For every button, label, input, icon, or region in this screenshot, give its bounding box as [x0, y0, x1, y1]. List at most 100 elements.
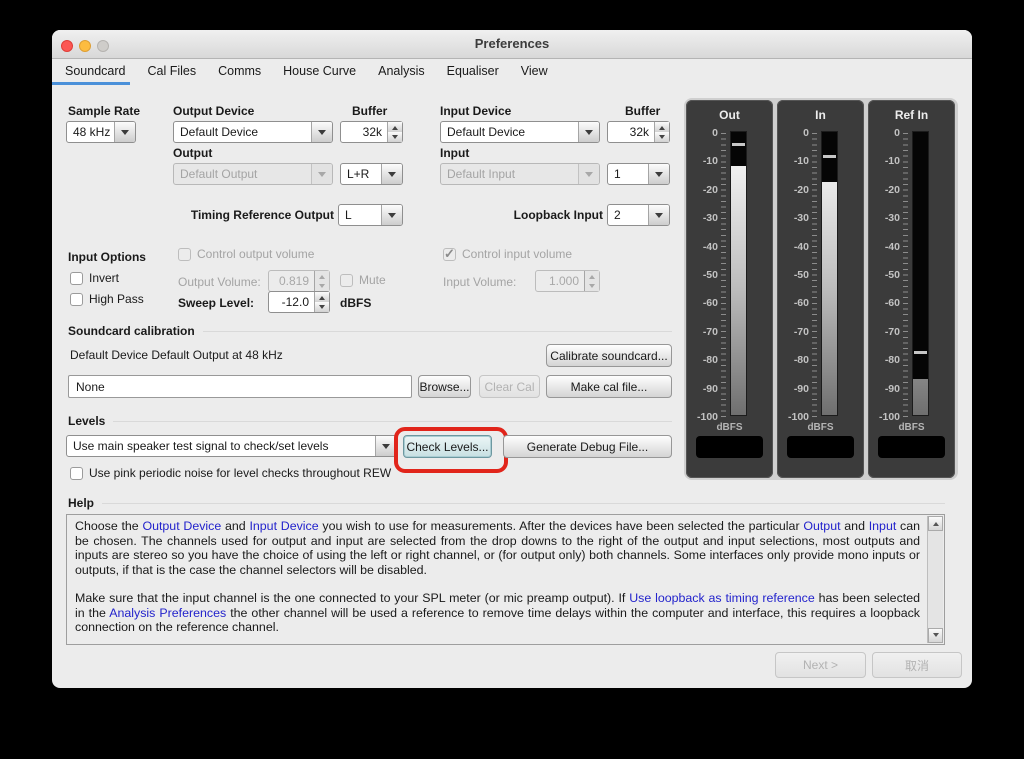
spin-up-icon	[585, 271, 599, 281]
meter-ticks	[903, 133, 908, 417]
input-buffer-label: Buffer	[625, 104, 661, 118]
output-label: Output	[173, 146, 213, 160]
next-button: Next >	[775, 652, 866, 678]
tab-analysis[interactable]: Analysis	[367, 58, 436, 85]
cancel-button: 取消	[872, 652, 962, 678]
help-link[interactable]: Analysis Preferences	[109, 606, 226, 620]
help-text: Choose the Output Device and Input Devic…	[75, 519, 921, 634]
help-link[interactable]: Output Device	[142, 519, 221, 533]
output-device-label: Output Device	[173, 104, 255, 118]
help-box: Choose the Output Device and Input Devic…	[66, 514, 945, 645]
meter-readout	[878, 436, 945, 458]
invert-checkbox[interactable]: Invert	[70, 271, 119, 285]
help-link[interactable]: Input Device	[249, 519, 318, 533]
checkbox-icon[interactable]	[70, 271, 83, 285]
chevron-down-icon	[578, 164, 599, 184]
spin-up-icon[interactable]	[388, 122, 402, 132]
preferences-window: Preferences Soundcard Cal Files Comms Ho…	[52, 30, 972, 688]
help-scrollbar[interactable]	[927, 516, 943, 643]
chevron-down-icon	[311, 164, 332, 184]
sweep-level-unit: dBFS	[340, 296, 372, 310]
input-volume-spinner: 1.000	[535, 270, 600, 292]
spin-up-icon	[315, 271, 329, 281]
tab-view[interactable]: View	[510, 58, 559, 85]
input-channel-select[interactable]: 1	[607, 163, 670, 185]
checkbox-icon	[340, 273, 353, 287]
sample-rate-select[interactable]: 48 kHz	[66, 121, 136, 143]
scroll-up-icon[interactable]	[928, 516, 943, 531]
divider	[202, 330, 672, 332]
chevron-down-icon	[648, 164, 669, 184]
mute-checkbox: Mute	[340, 273, 386, 287]
meter-unit-label: dBFS	[716, 422, 743, 433]
spin-up-icon[interactable]	[655, 122, 669, 132]
chevron-down-icon	[381, 205, 402, 225]
title-bar: Preferences	[52, 30, 972, 59]
chevron-down-icon	[311, 122, 332, 142]
calibration-status-text: Default Device Default Output at 48 kHz	[70, 348, 283, 362]
help-section-header: Help	[68, 496, 945, 510]
tab-soundcard[interactable]: Soundcard	[54, 58, 136, 85]
browse-button[interactable]: Browse...	[418, 375, 471, 398]
sweep-level-spinner[interactable]: -12.0	[268, 291, 330, 313]
help-link[interactable]: Use loopback as timing reference	[629, 591, 815, 605]
sweep-level-label: Sweep Level:	[178, 296, 255, 310]
loopback-label: Loopback Input	[513, 208, 603, 222]
clear-cal-button: Clear Cal	[479, 375, 540, 398]
tab-comms[interactable]: Comms	[207, 58, 272, 85]
input-device-select[interactable]: Default Device	[440, 121, 600, 143]
levels-section-header: Levels	[68, 414, 672, 428]
timing-ref-label: Timing Reference Output	[190, 208, 334, 222]
meter-unit-label: dBFS	[898, 422, 925, 433]
chevron-down-icon	[578, 122, 599, 142]
cal-file-field[interactable]: None	[68, 375, 412, 398]
make-cal-file-button[interactable]: Make cal file...	[546, 375, 672, 398]
generate-debug-file-button[interactable]: Generate Debug File...	[503, 435, 672, 458]
sample-rate-label: Sample Rate	[68, 104, 141, 118]
spin-down-icon[interactable]	[315, 302, 329, 312]
output-device-select[interactable]: Default Device	[173, 121, 333, 143]
scroll-down-icon[interactable]	[928, 628, 943, 643]
meter-bar	[821, 131, 838, 416]
timing-ref-select[interactable]: L	[338, 204, 403, 226]
loopback-select[interactable]: 2	[607, 204, 670, 226]
peak-marker	[914, 350, 927, 354]
input-device-label: Input Device	[440, 104, 512, 118]
meter-bar	[912, 131, 929, 416]
checkbox-icon[interactable]	[70, 466, 83, 480]
tab-equaliser[interactable]: Equaliser	[436, 58, 510, 85]
tab-house-curve[interactable]: House Curve	[272, 58, 367, 85]
selected-tab-indicator	[52, 82, 130, 85]
peak-marker	[823, 154, 836, 158]
input-label: Input	[440, 146, 470, 160]
help-link[interactable]: Output	[803, 519, 840, 533]
tab-cal-files[interactable]: Cal Files	[136, 58, 207, 85]
level-signal-select[interactable]: Use main speaker test signal to check/se…	[66, 435, 397, 457]
input-options-label: Input Options	[68, 250, 146, 264]
output-channel-select[interactable]: L+R	[340, 163, 403, 185]
checkbox-icon[interactable]	[70, 292, 83, 306]
spin-down-icon	[315, 281, 329, 291]
calibrate-soundcard-button[interactable]: Calibrate soundcard...	[546, 344, 672, 367]
high-pass-checkbox[interactable]: High Pass	[70, 292, 144, 306]
calibration-section-header: Soundcard calibration	[68, 324, 672, 338]
divider	[113, 420, 672, 422]
spin-down-icon[interactable]	[655, 132, 669, 142]
window-title: Preferences	[474, 36, 550, 51]
meter-out: Out 0 -10 -20 -30 -40 -50 -60 -70 -80 -90 -100 dBF…	[686, 100, 773, 478]
check-levels-button[interactable]: Check Levels...	[403, 435, 492, 458]
meter-ref-in: Ref In 0 -10 -20 -30 -40 -50 -60 -70 -80 -90 -100 …	[868, 100, 955, 478]
spin-up-icon[interactable]	[315, 292, 329, 302]
help-link[interactable]: Input	[869, 519, 897, 533]
input-buffer-spinner[interactable]: 32k	[607, 121, 670, 143]
meter-ticks	[721, 133, 726, 417]
output-buffer-spinner[interactable]: 32k	[340, 121, 403, 143]
meter-unit-label: dBFS	[807, 422, 834, 433]
output-volume-spinner: 0.819	[268, 270, 330, 292]
chevron-down-icon	[381, 164, 402, 184]
pink-noise-checkbox[interactable]: Use pink periodic noise for level checks…	[70, 466, 391, 480]
level-meters-panel: Out 0 -10 -20 -30 -40 -50 -60 -70 -80 -90 -100 dBF…	[684, 98, 958, 480]
spin-down-icon[interactable]	[388, 132, 402, 142]
checkbox-icon	[178, 247, 191, 261]
meter-bar	[730, 131, 747, 416]
